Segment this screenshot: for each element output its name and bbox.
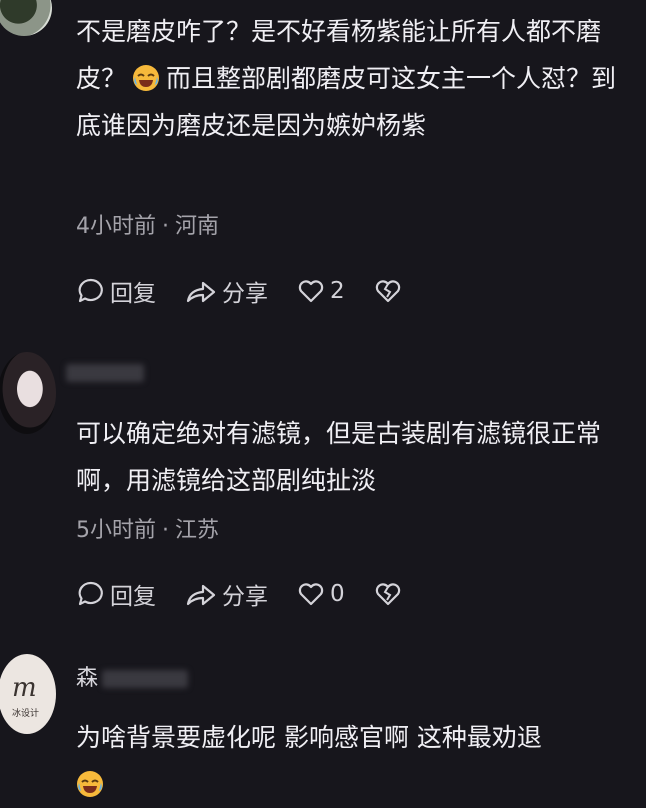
share-arrow-icon bbox=[186, 584, 216, 606]
comment-location: 江苏 bbox=[175, 518, 220, 543]
comment-text: 为啥背景要虚化呢 影响感官啊 这种最劝退 bbox=[76, 714, 624, 808]
laughing-crying-emoji bbox=[133, 65, 160, 91]
comment-bubble-icon bbox=[78, 278, 103, 303]
blurred-username bbox=[102, 670, 189, 688]
comment-item: 不是磨皮咋了？是不好看杨紫能让所有人都不磨皮？ 而且整部剧都磨皮可这女主一个人怼？… bbox=[0, 0, 646, 330]
dislike-button[interactable] bbox=[373, 579, 407, 609]
avatar[interactable] bbox=[0, 0, 52, 36]
reply-button[interactable]: 回复 bbox=[76, 577, 156, 611]
comment-item: 可以确定绝对有滤镜，但是古装剧有滤镜很正常啊，用滤镜给这部剧纯扯淡 5小时前 · 江… bbox=[0, 340, 646, 640]
like-button[interactable]: 0 bbox=[296, 579, 345, 609]
blurred-username bbox=[66, 364, 144, 382]
laughing-crying-emoji bbox=[77, 771, 103, 797]
broken-heart-icon bbox=[375, 583, 400, 606]
meta-separator: · bbox=[162, 518, 169, 543]
comment-time: 5小时前 bbox=[76, 518, 156, 543]
comment-actions: 回复 分享 0 bbox=[76, 577, 435, 611]
like-count: 0 bbox=[330, 581, 345, 607]
comment-location: 河南 bbox=[175, 214, 220, 239]
comment-item: m 冰设计 森 为啥背景要虚化呢 影响感官啊 这种最劝退 bbox=[0, 648, 646, 808]
reply-label: 回复 bbox=[110, 584, 156, 610]
reply-button[interactable]: 回复 bbox=[76, 274, 156, 308]
username[interactable]: 森 bbox=[76, 666, 189, 692]
username-text: 森 bbox=[76, 666, 99, 691]
heart-outline-icon bbox=[298, 583, 324, 606]
svg-text:冰设计: 冰设计 bbox=[12, 707, 39, 719]
avatar[interactable] bbox=[0, 352, 56, 434]
avatar[interactable]: m 冰设计 bbox=[0, 654, 56, 734]
share-button[interactable]: 分享 bbox=[184, 577, 268, 611]
svg-text:m: m bbox=[12, 673, 37, 703]
like-count: 2 bbox=[330, 278, 345, 304]
avatar-logo: m 冰设计 bbox=[12, 673, 39, 719]
share-button[interactable]: 分享 bbox=[184, 274, 268, 308]
like-button[interactable]: 2 bbox=[296, 276, 345, 306]
comment-actions: 回复 分享 2 bbox=[76, 274, 435, 308]
broken-heart-icon bbox=[375, 280, 400, 303]
reply-label: 回复 bbox=[110, 281, 156, 307]
comment-meta: 5小时前 · 江苏 bbox=[76, 512, 219, 544]
share-label: 分享 bbox=[222, 584, 268, 610]
comment-time: 4小时前 bbox=[76, 214, 156, 239]
heart-outline-icon bbox=[298, 280, 324, 303]
share-label: 分享 bbox=[222, 281, 268, 307]
dislike-button[interactable] bbox=[373, 276, 407, 306]
username[interactable] bbox=[66, 360, 144, 386]
comment-bubble-icon bbox=[78, 581, 103, 606]
comment-text: 可以确定绝对有滤镜，但是古装剧有滤镜很正常啊，用滤镜给这部剧纯扯淡 bbox=[76, 419, 602, 495]
meta-separator: · bbox=[162, 214, 169, 239]
share-arrow-icon bbox=[186, 281, 216, 303]
comment-text: 不是磨皮咋了？是不好看杨紫能让所有人都不磨皮？ 而且整部剧都磨皮可这女主一个人怼？… bbox=[76, 17, 617, 140]
comment-meta: 4小时前 · 河南 bbox=[76, 208, 219, 240]
